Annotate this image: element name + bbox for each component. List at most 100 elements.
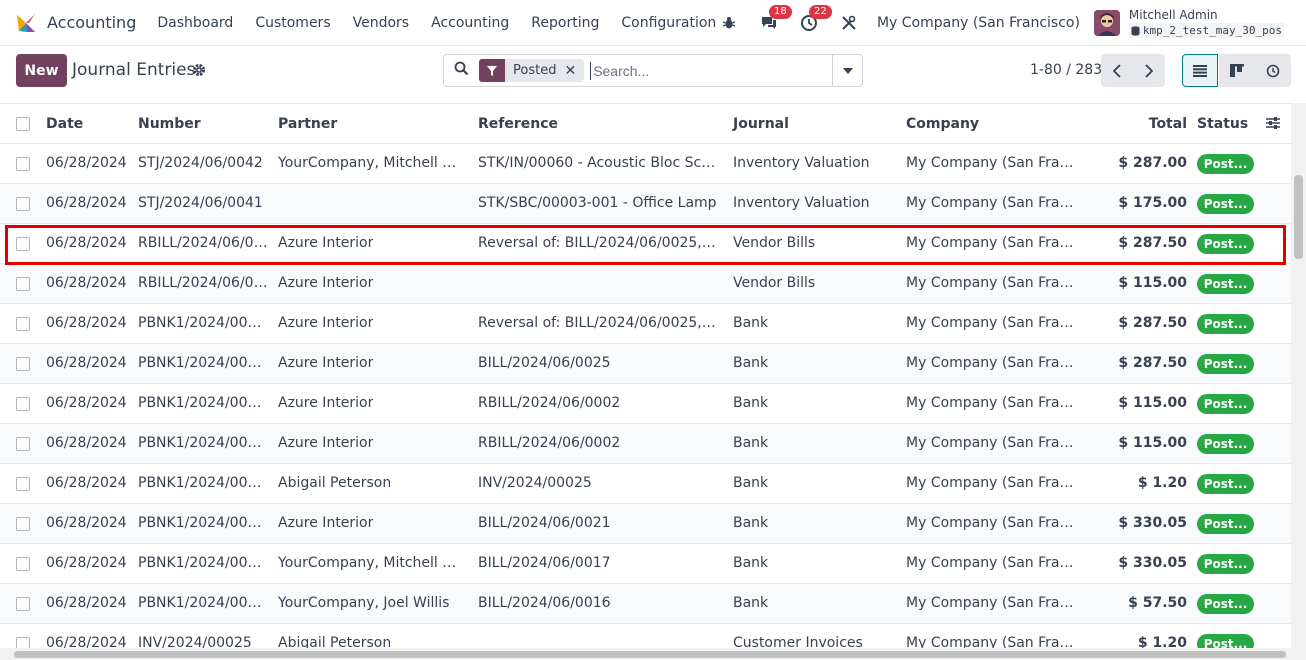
cell-company: My Company (San Francisco) [906, 435, 1080, 451]
menu-reporting[interactable]: Reporting [520, 15, 610, 31]
table-row[interactable]: 06/28/2024 INV/2024/00025 Abigail Peterson… [0, 624, 1291, 648]
horizontal-scrollbar[interactable] [0, 648, 1306, 660]
cell-partner: Azure Interior [278, 275, 374, 291]
cell-company: My Company (San Francisco) [906, 475, 1080, 491]
cell-partner: Abigail Peterson [278, 475, 392, 491]
row-checkbox[interactable] [16, 517, 30, 531]
table-row[interactable]: 06/28/2024 STJ/2024/06/0041 STK/SBC/00003-… [0, 184, 1291, 224]
table-row[interactable]: 06/28/2024 PBNK1/2024/00070 Abigail Peters… [0, 464, 1291, 504]
horizontal-scroll-thumb[interactable] [14, 651, 1286, 658]
list-view-button[interactable] [1182, 54, 1218, 87]
database-icon [1131, 25, 1140, 36]
table-row[interactable]: 06/28/2024 PBNK1/2024/00068 YourCompany, M… [0, 544, 1291, 584]
menu-vendors[interactable]: Vendors [342, 15, 420, 31]
company-switcher[interactable]: My Company (San Francisco) [877, 15, 1080, 31]
row-checkbox[interactable] [16, 237, 30, 251]
cell-partner: YourCompany, Joel Willis [278, 595, 450, 611]
user-menu[interactable]: Mitchell Admin kmp_2_test_may_30_pos [1128, 8, 1284, 38]
status-badge: Post... [1197, 234, 1254, 254]
pager-next-button[interactable] [1133, 54, 1165, 87]
cell-journal: Bank [733, 395, 769, 411]
activities-clock-icon[interactable]: 22 [797, 5, 832, 35]
cell-total: $ 1.20 [1137, 475, 1187, 491]
kanban-view-button[interactable] [1219, 54, 1255, 87]
cell-date: 06/28/2024 [46, 515, 127, 531]
select-all-checkbox[interactable] [16, 117, 30, 131]
row-checkbox[interactable] [16, 197, 30, 211]
cell-journal: Bank [733, 355, 769, 371]
cell-date: 06/28/2024 [46, 635, 127, 648]
table-row[interactable]: 06/28/2024 PBNK1/2024/00069 Azure Interior… [0, 504, 1291, 544]
bug-icon[interactable] [717, 11, 741, 35]
table-row[interactable]: 06/28/2024 PBNK1/2024/00072 Azure Interior… [0, 384, 1291, 424]
status-badge: Post... [1197, 514, 1254, 534]
table-row[interactable]: 06/28/2024 PBNK1/2024/00071 Azure Interior… [0, 424, 1291, 464]
database-name: kmp_2_test_may_30_pos [1128, 23, 1284, 38]
row-checkbox[interactable] [16, 397, 30, 411]
row-checkbox[interactable] [16, 357, 30, 371]
optional-columns-toggle-icon[interactable] [1266, 116, 1280, 134]
row-checkbox[interactable] [16, 437, 30, 451]
tools-icon[interactable] [837, 11, 861, 35]
vertical-scrollbar[interactable] [1291, 103, 1306, 648]
clock-icon [1266, 64, 1280, 77]
column-journal[interactable]: Journal [733, 116, 789, 132]
cell-partner: Azure Interior [278, 315, 374, 331]
cell-total: $ 287.00 [1118, 155, 1187, 171]
table-row[interactable]: 06/28/2024 STJ/2024/06/0042 YourCompany, M… [0, 144, 1291, 184]
vertical-scroll-thumb[interactable] [1294, 175, 1303, 259]
table-row[interactable]: 06/28/2024 PBNK1/2024/00073 Azure Interior… [0, 344, 1291, 384]
status-badge: Post... [1197, 634, 1254, 648]
table-row[interactable]: 06/28/2024 PBNK1/2024/00074 Azure Interior… [0, 304, 1291, 344]
cell-total: $ 57.50 [1128, 595, 1187, 611]
column-total[interactable]: Total [1097, 116, 1187, 132]
search-options-toggle[interactable] [832, 55, 862, 86]
table-row[interactable]: 06/28/2024 RBILL/2024/06/0002 Azure Interi… [0, 264, 1291, 304]
row-checkbox[interactable] [16, 597, 30, 611]
cell-number: INV/2024/00025 [138, 635, 252, 648]
accounting-app-icon[interactable] [15, 12, 37, 34]
column-number[interactable]: Number [138, 116, 201, 132]
column-date[interactable]: Date [46, 116, 83, 132]
page-title[interactable]: Journal Entries [72, 60, 195, 80]
search-input[interactable] [590, 61, 821, 80]
column-partner[interactable]: Partner [278, 116, 337, 132]
new-button[interactable]: New [16, 54, 67, 87]
user-avatar[interactable] [1093, 10, 1120, 36]
pager-previous-button[interactable] [1101, 54, 1133, 87]
row-checkbox[interactable] [16, 157, 30, 171]
menu-customers[interactable]: Customers [244, 15, 341, 31]
column-status[interactable]: Status [1197, 116, 1248, 132]
table-row[interactable]: 06/28/2024 RBILL/2024/06/0003 Azure Interi… [0, 224, 1291, 264]
remove-facet-icon[interactable]: ✕ [564, 63, 584, 79]
search-icon[interactable] [454, 61, 469, 80]
menu-dashboard[interactable]: Dashboard [146, 15, 244, 31]
menu-accounting[interactable]: Accounting [420, 15, 520, 31]
table-row[interactable]: 06/28/2024 PBNK1/2024/00067 YourCompany, J… [0, 584, 1291, 624]
cell-partner: Abigail Peterson [278, 635, 392, 648]
activity-view-button[interactable] [1255, 54, 1291, 87]
row-checkbox[interactable] [16, 317, 30, 331]
cell-reference: INV/2024/00025 [478, 475, 592, 491]
cell-company: My Company (San Francisco) [906, 155, 1080, 171]
pager-value[interactable]: 1-80 / 283 [1030, 62, 1102, 78]
cell-date: 06/28/2024 [46, 355, 127, 371]
row-checkbox[interactable] [16, 557, 30, 571]
cell-date: 06/28/2024 [46, 395, 127, 411]
gear-icon[interactable] [192, 63, 206, 81]
row-checkbox[interactable] [16, 277, 30, 291]
cell-total: $ 330.05 [1118, 515, 1187, 531]
column-company[interactable]: Company [906, 116, 979, 132]
cell-journal: Vendor Bills [733, 235, 816, 251]
messages-icon[interactable]: 18 [757, 5, 792, 35]
cell-journal: Customer Invoices [733, 635, 863, 648]
app-name[interactable]: Accounting [47, 13, 136, 32]
cell-journal: Vendor Bills [733, 275, 816, 291]
row-checkbox[interactable] [16, 477, 30, 491]
row-checkbox[interactable] [16, 637, 30, 648]
column-reference[interactable]: Reference [478, 116, 558, 132]
cell-number: PBNK1/2024/00072 [138, 395, 268, 411]
status-badge: Post... [1197, 554, 1254, 574]
status-badge: Post... [1197, 194, 1254, 214]
cell-journal: Inventory Valuation [733, 155, 870, 171]
